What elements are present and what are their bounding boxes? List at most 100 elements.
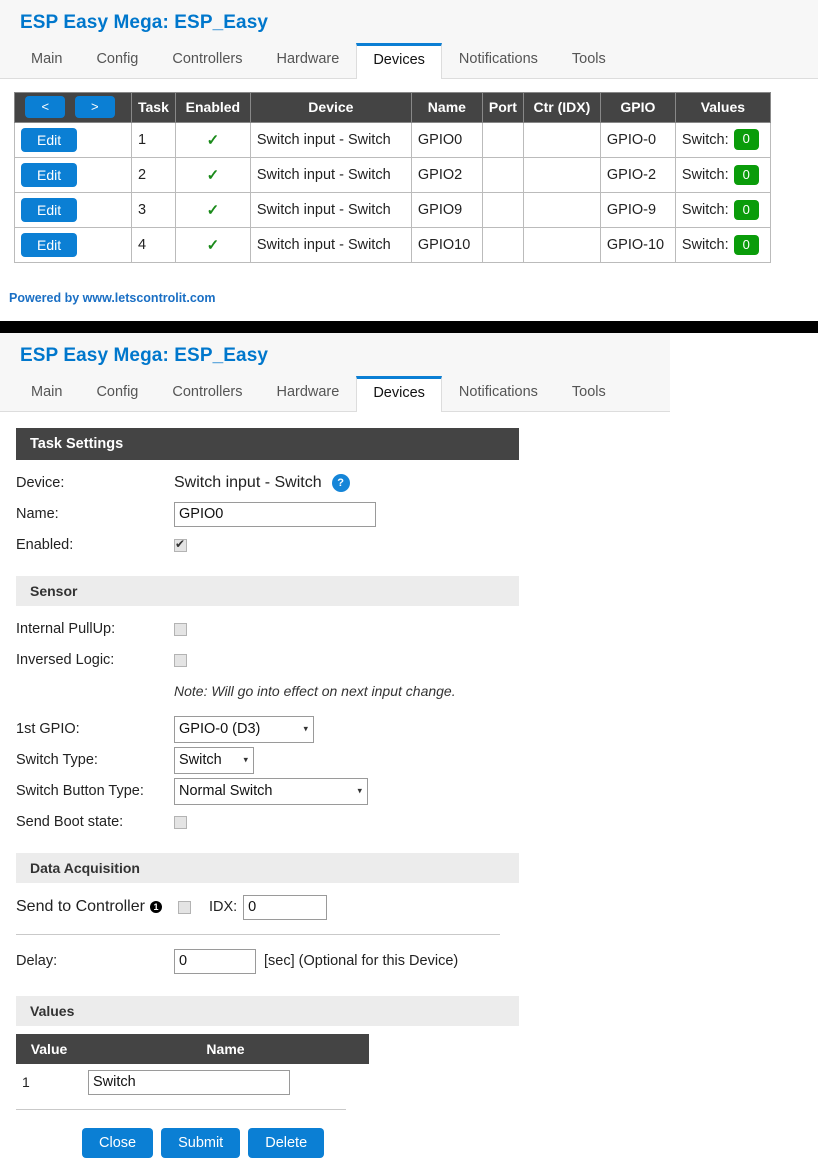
section-header-values: Values [16, 995, 519, 1026]
device-list-window: ESP Easy Mega: ESP_Easy Main Config Cont… [0, 0, 818, 321]
switch-type-select[interactable]: Switch ▾ [174, 746, 254, 774]
data-acquisition-form: Send to Controller 1 IDX: [16, 892, 776, 923]
section-header-data-acquisition: Data Acquisition [16, 852, 519, 883]
tab-config[interactable]: Config [79, 42, 155, 78]
values-divider [16, 1108, 346, 1110]
gpio1-select[interactable]: GPIO-0 (D3) ▾ [174, 715, 314, 743]
cell-gpio: GPIO-9 [599, 191, 676, 228]
submit-button[interactable]: Submit [161, 1127, 241, 1159]
value-badge: 0 [733, 164, 759, 185]
edit-task-1-button[interactable]: Edit [21, 127, 78, 152]
send-boot-state-checkbox[interactable] [174, 815, 187, 829]
send-boot-state-label: Send Boot state: [16, 814, 124, 830]
section-header-task-settings: Task Settings [16, 427, 519, 460]
tab-main[interactable]: Main [14, 375, 79, 411]
cell-enabled: ✓ [174, 191, 251, 228]
page-header-bottom: ESP Easy Mega: ESP_Easy Main Config Cont… [0, 333, 670, 412]
switch-button-type-selected-value: Normal Switch [179, 783, 273, 799]
cell-gpio: GPIO-0 [599, 121, 676, 158]
row-inversed-logic: Inversed Logic: [16, 645, 776, 676]
tab-controllers[interactable]: Controllers [155, 375, 259, 411]
name-field [174, 501, 376, 527]
row-send-boot-state: Send Boot state: [16, 807, 776, 838]
col-values: Values [674, 91, 771, 123]
tab-hardware[interactable]: Hardware [259, 375, 356, 411]
powered-by-link[interactable]: Powered by www.letscontrolit.com [9, 291, 216, 305]
edit-task-3-button[interactable]: Edit [21, 197, 78, 222]
nav-tabs-bottom: Main Config Controllers Hardware Devices… [0, 375, 670, 412]
cell-device: Switch input - Switch [249, 121, 412, 158]
task-name-input[interactable] [174, 501, 376, 527]
help-icon[interactable]: ? [331, 474, 350, 492]
gpio1-label: 1st GPIO: [16, 721, 80, 737]
edit-task-2-button[interactable]: Edit [21, 162, 78, 187]
tab-config[interactable]: Config [79, 375, 155, 411]
prev-page-button[interactable]: < [25, 95, 66, 119]
cell-enabled: ✓ [174, 226, 251, 263]
row-enabled: Enabled: [16, 530, 776, 561]
tab-hardware[interactable]: Hardware [259, 42, 356, 78]
value-label: Switch: [681, 131, 729, 148]
row-delay: Delay: [sec] (Optional for this Device) [16, 946, 776, 977]
row-gpio1: 1st GPIO: GPIO-0 (D3) ▾ [16, 714, 776, 745]
col-value: Value [16, 1033, 82, 1064]
delay-input[interactable] [174, 948, 256, 974]
cell-value-name [82, 1064, 369, 1101]
cell-port [481, 156, 524, 193]
switch-button-type-select[interactable]: Normal Switch ▾ [174, 777, 368, 805]
section-header-sensor: Sensor [16, 575, 519, 606]
cell-name: GPIO9 [410, 191, 483, 228]
cell-task: 3 [131, 191, 176, 228]
row-send-to-controller: Send to Controller 1 IDX: [16, 892, 776, 923]
internal-pullup-label: Internal PullUp: [16, 621, 116, 637]
value-label: Switch: [681, 166, 729, 183]
internal-pullup-checkbox[interactable] [174, 622, 187, 636]
internal-pullup-field [174, 622, 187, 636]
next-page-button[interactable]: > [74, 95, 115, 119]
section-divider [16, 933, 500, 935]
cell-port [481, 226, 524, 263]
close-button[interactable]: Close [82, 1127, 154, 1159]
table-row: Edit 2 ✓ Switch input - Switch GPIO2 GPI… [14, 156, 771, 193]
device-table: < > Task Enabled Device Name Port Ctr (I… [14, 91, 771, 263]
enabled-checkbox[interactable] [174, 537, 187, 552]
inversed-logic-field [174, 653, 187, 667]
chevron-down-icon: ▾ [303, 723, 308, 734]
inversed-logic-checkbox[interactable] [174, 653, 187, 667]
edit-cell: Edit [14, 121, 132, 158]
tab-tools[interactable]: Tools [555, 375, 623, 411]
device-value: Switch input - Switch [174, 474, 322, 491]
task-settings-window: ESP Easy Mega: ESP_Easy Main Config Cont… [0, 333, 818, 1159]
tab-notifications[interactable]: Notifications [442, 375, 555, 411]
tab-controllers[interactable]: Controllers [155, 42, 259, 78]
delay-field: [sec] (Optional for this Device) [174, 948, 458, 974]
row-switch-type: Switch Type: Switch ▾ [16, 745, 776, 776]
row-name: Name: [16, 499, 776, 530]
col-device: Device [249, 91, 412, 123]
switch-button-type-field: Normal Switch ▾ [174, 777, 368, 805]
tab-main[interactable]: Main [14, 42, 79, 78]
action-buttons: Close Submit Delete [82, 1127, 818, 1159]
delete-button[interactable]: Delete [248, 1127, 325, 1159]
sensor-form: Internal PullUp: Inversed Logic: Note: W… [16, 614, 776, 838]
enabled-check-icon: ✓ [206, 201, 220, 219]
gpio1-field: GPIO-0 (D3) ▾ [174, 715, 314, 743]
value-badge: 0 [733, 199, 759, 220]
send-boot-state-field [174, 815, 187, 829]
col-task: Task [131, 91, 176, 123]
tab-notifications[interactable]: Notifications [442, 42, 555, 78]
cell-name: GPIO10 [410, 226, 483, 263]
idx-label: IDX: [208, 899, 238, 915]
tab-devices[interactable]: Devices [356, 376, 442, 412]
tab-tools[interactable]: Tools [555, 42, 623, 78]
tab-devices[interactable]: Devices [356, 43, 442, 79]
value-name-input[interactable] [88, 1069, 290, 1095]
idx-input[interactable] [243, 894, 328, 920]
edit-task-4-button[interactable]: Edit [21, 232, 78, 257]
cell-ctr-idx [522, 226, 601, 263]
page-header-top: ESP Easy Mega: ESP_Easy Main Config Cont… [0, 0, 818, 79]
edit-cell: Edit [14, 156, 132, 193]
send-to-controller-checkbox[interactable] [177, 900, 191, 914]
delay-form: Delay: [sec] (Optional for this Device) [16, 946, 776, 977]
row-sensor-note: Note: Will go into effect on next input … [16, 676, 776, 707]
